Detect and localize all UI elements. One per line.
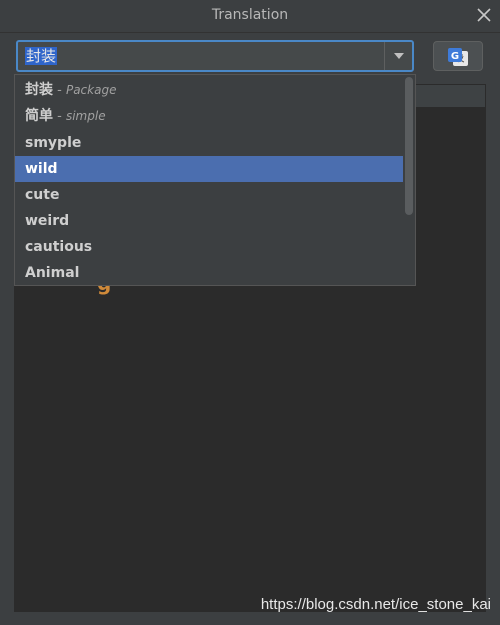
dropdown-item[interactable]: cute: [15, 182, 403, 208]
item-word: cute: [25, 187, 60, 203]
item-word: 简单: [25, 108, 53, 124]
item-translation: simple: [65, 109, 106, 123]
search-input-value: 封装: [25, 47, 58, 65]
chevron-down-icon: [394, 53, 404, 59]
window-title: Translation: [211, 7, 289, 23]
dropdown-item[interactable]: 简单 - simple: [15, 103, 403, 129]
combo-dropdown-button[interactable]: [384, 42, 412, 70]
dropdown-item[interactable]: 封装 - Package: [15, 77, 403, 103]
google-translate-icon: G: [448, 48, 468, 66]
item-word: 封装: [25, 82, 53, 98]
item-word: wild: [25, 161, 58, 177]
suggestion-dropdown: 封装 - Package 简单 - simple smyple wild cut…: [14, 74, 416, 286]
close-icon: [477, 8, 491, 22]
dropdown-item-selected[interactable]: wild: [15, 156, 403, 182]
dropdown-item[interactable]: weird: [15, 208, 403, 234]
item-separator: -: [53, 109, 66, 124]
dropdown-item[interactable]: Animal: [15, 260, 403, 285]
dropdown-scrollbar[interactable]: [404, 77, 414, 283]
item-word: weird: [25, 213, 70, 229]
item-word: cautious: [25, 239, 93, 255]
title-bar: Translation: [0, 0, 500, 33]
translate-button[interactable]: G: [433, 41, 483, 71]
scrollbar-thumb[interactable]: [405, 77, 413, 215]
dropdown-item[interactable]: smyple: [15, 130, 403, 156]
dropdown-item[interactable]: cautious: [15, 234, 403, 260]
svg-text:G: G: [451, 51, 459, 62]
item-word: Animal: [25, 265, 80, 281]
item-translation: Package: [65, 83, 117, 97]
translation-window: Translation 封装 G g 封装 - Package: [0, 0, 500, 625]
search-combobox[interactable]: 封装: [16, 40, 414, 72]
close-button[interactable]: [474, 5, 494, 25]
item-word: smyple: [25, 135, 82, 151]
watermark-url: https://blog.csdn.net/ice_stone_kai: [260, 596, 491, 613]
item-separator: -: [53, 83, 66, 98]
search-input[interactable]: [18, 42, 384, 70]
